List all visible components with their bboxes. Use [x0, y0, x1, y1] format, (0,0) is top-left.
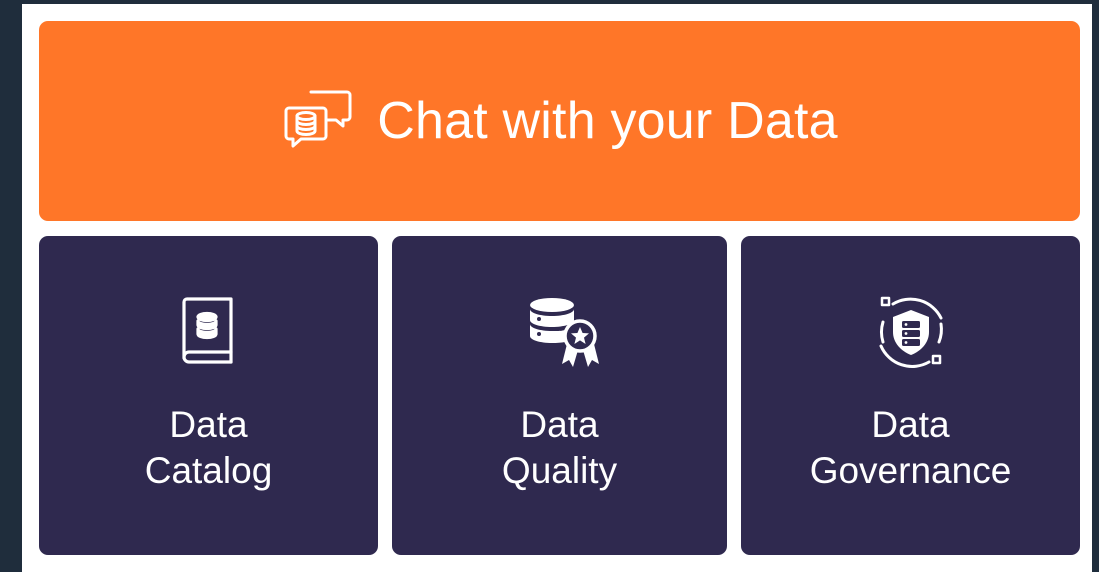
- data-catalog-card[interactable]: Data Catalog: [39, 236, 378, 555]
- shield-server-icon: [879, 296, 943, 368]
- book-database-icon: [181, 297, 233, 364]
- chat-with-your-data-label: Chat with your Data: [377, 92, 838, 150]
- data-quality-card[interactable]: Data Quality: [392, 236, 727, 555]
- data-governance-card[interactable]: Data Governance: [741, 236, 1080, 555]
- data-quality-title: Data Quality: [501, 404, 618, 491]
- tiles-panel: Chat with your Data Data Catalog Data Qu…: [22, 4, 1092, 572]
- chat-database-icon: [284, 90, 352, 148]
- chat-with-your-data-button[interactable]: Chat with your Data: [39, 21, 1080, 221]
- data-governance-title: Data Governance: [809, 404, 1012, 491]
- database-award-icon: [529, 298, 599, 367]
- data-catalog-title: Data Catalog: [144, 404, 273, 491]
